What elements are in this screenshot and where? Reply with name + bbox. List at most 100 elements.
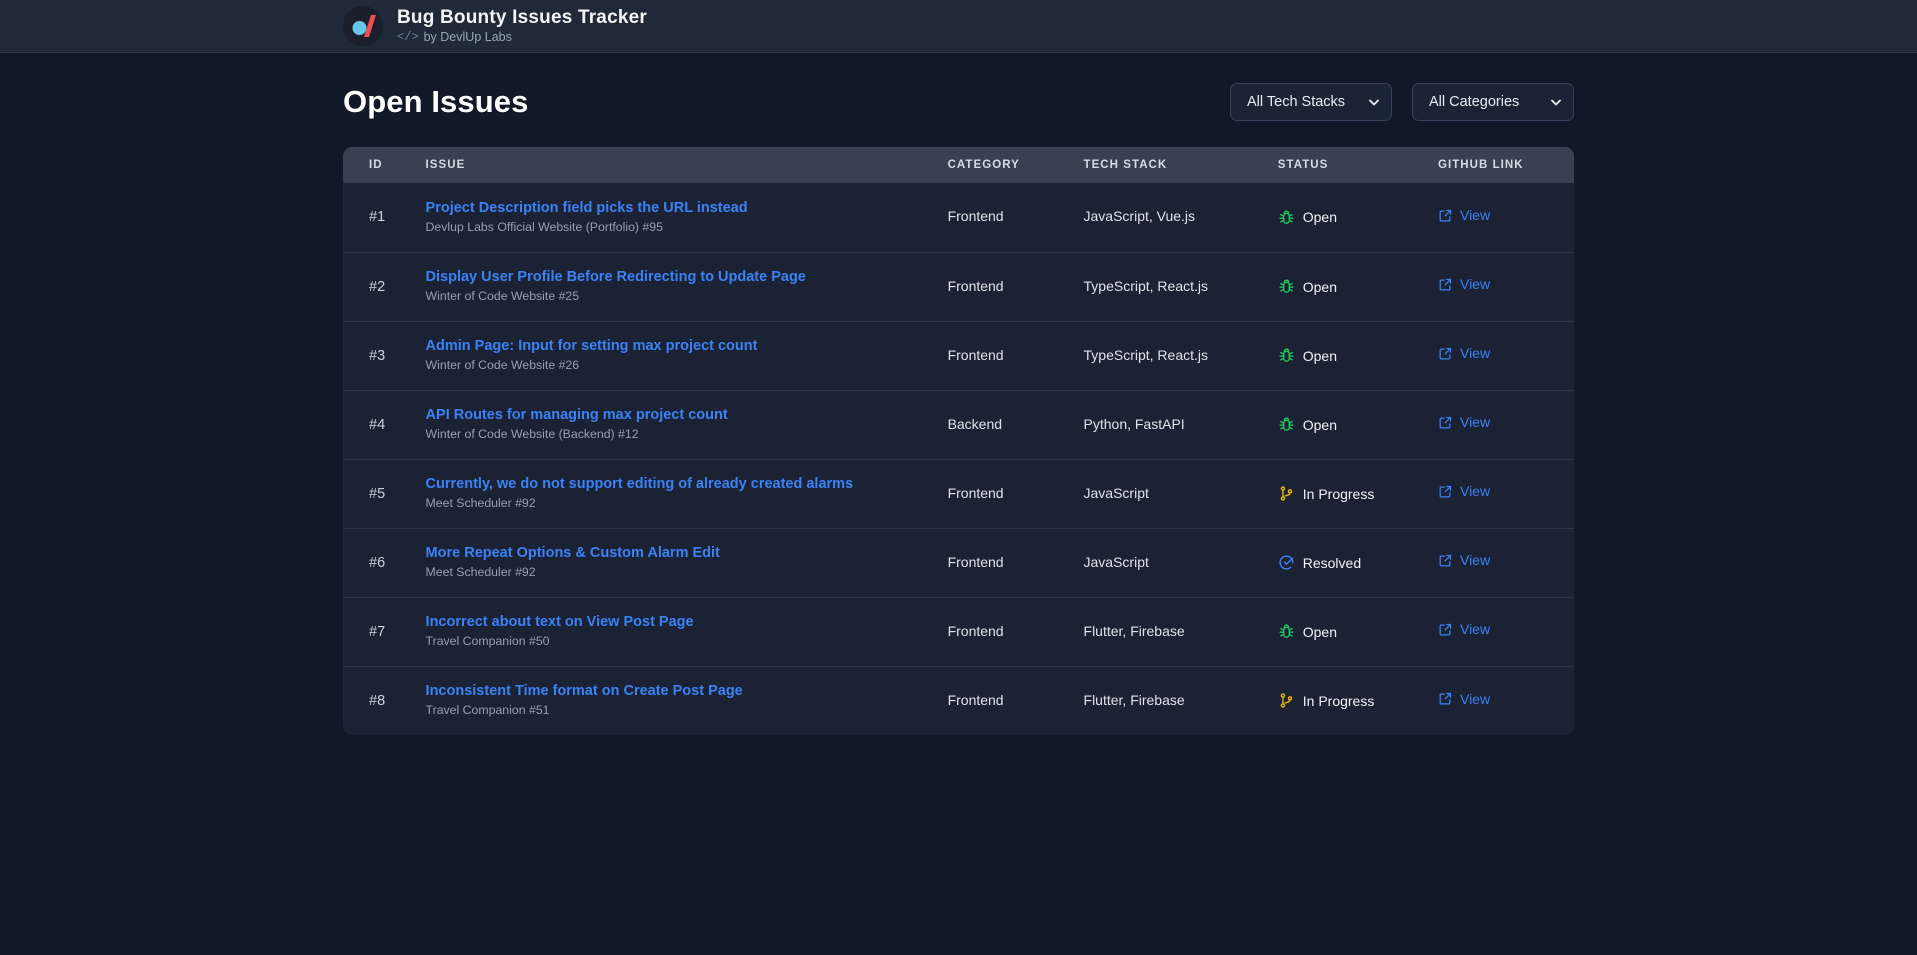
chevron-down-icon — [1551, 99, 1561, 109]
github-view-link[interactable]: View — [1438, 691, 1490, 707]
status-badge: Open — [1278, 623, 1438, 640]
issue-category: Frontend — [947, 622, 1004, 639]
bug-icon — [1278, 347, 1295, 364]
tech-stack-filter-value: All Tech Stacks — [1247, 94, 1346, 110]
cell-tech-stack: TypeScript, React.js — [1084, 321, 1278, 390]
table-row[interactable]: #6 More Repeat Options & Custom Alarm Ed… — [343, 528, 1574, 597]
cell-status: Open — [1278, 390, 1438, 459]
cell-id: #2 — [343, 252, 426, 321]
tech-stack-filter[interactable]: All Tech Stacks — [1230, 83, 1392, 121]
bug-icon — [1278, 623, 1295, 640]
cell-tech-stack: JavaScript — [1084, 528, 1278, 597]
cell-status: In Progress — [1278, 666, 1438, 735]
cell-tech-stack: Flutter, Firebase — [1084, 666, 1278, 735]
issue-title-link[interactable]: Currently, we do not support editing of … — [426, 475, 948, 494]
github-view-link[interactable]: View — [1438, 345, 1490, 361]
git-branch-icon — [1278, 485, 1295, 502]
external-link-icon — [1438, 484, 1453, 499]
cell-github-link: View — [1438, 321, 1574, 390]
issues-table-card: ID ISSUE CATEGORY TECH STACK STATUS GITH… — [343, 147, 1574, 735]
issue-title-link[interactable]: API Routes for managing max project coun… — [426, 406, 948, 425]
table-row[interactable]: #2 Display User Profile Before Redirecti… — [343, 252, 1574, 321]
cell-issue: More Repeat Options & Custom Alarm Edit … — [426, 528, 948, 597]
table-row[interactable]: #8 Inconsistent Time format on Create Po… — [343, 666, 1574, 735]
issue-title-link[interactable]: Inconsistent Time format on Create Post … — [426, 682, 948, 701]
github-view-label: View — [1459, 552, 1491, 569]
cell-tech-stack: JavaScript — [1084, 459, 1278, 528]
devlup-labs-logo-icon — [343, 6, 383, 46]
github-view-link[interactable]: View — [1438, 414, 1490, 430]
cell-github-link: View — [1438, 183, 1574, 252]
issue-category: Frontend — [947, 691, 1004, 708]
issue-title-link[interactable]: Display User Profile Before Redirecting … — [426, 268, 948, 287]
external-link-icon — [1438, 346, 1453, 361]
table-row[interactable]: #1 Project Description field picks the U… — [343, 183, 1574, 252]
github-view-link[interactable]: View — [1438, 483, 1490, 499]
issue-repo: Winter of Code Website (Backend) #12 — [425, 427, 639, 441]
issue-category: Frontend — [947, 208, 1004, 225]
brand-subtitle-text: by DevlUp Labs — [423, 30, 512, 44]
issue-tech-stack: JavaScript, Vue.js — [1083, 208, 1196, 225]
cell-id: #1 — [343, 183, 426, 252]
cell-github-link: View — [1438, 528, 1574, 597]
status-badge: Open — [1278, 209, 1438, 226]
table-row[interactable]: #5 Currently, we do not support editing … — [343, 459, 1574, 528]
brand: Bug Bounty Issues Tracker </> by DevlUp … — [343, 6, 647, 46]
cell-id: #4 — [343, 390, 426, 459]
cell-issue: Currently, we do not support editing of … — [426, 459, 948, 528]
issue-title-link[interactable]: More Repeat Options & Custom Alarm Edit — [426, 544, 948, 563]
cell-github-link: View — [1438, 252, 1574, 321]
cell-category: Frontend — [948, 459, 1084, 528]
bug-icon — [1278, 416, 1295, 433]
issues-table: ID ISSUE CATEGORY TECH STACK STATUS GITH… — [343, 147, 1574, 735]
table-row[interactable]: #7 Incorrect about text on View Post Pag… — [343, 597, 1574, 666]
issue-title-link[interactable]: Admin Page: Input for setting max projec… — [426, 337, 948, 356]
cell-id: #8 — [343, 666, 426, 735]
issue-tech-stack: TypeScript, React.js — [1083, 346, 1209, 363]
bug-icon — [1278, 209, 1295, 226]
github-view-link[interactable]: View — [1438, 207, 1490, 223]
cell-tech-stack: Flutter, Firebase — [1084, 597, 1278, 666]
issue-id: #3 — [369, 347, 386, 364]
column-header-issue: ISSUE — [425, 159, 466, 171]
external-link-icon — [1438, 622, 1453, 637]
cell-id: #5 — [343, 459, 426, 528]
issue-id: #8 — [369, 692, 386, 709]
app-title: Bug Bounty Issues Tracker — [397, 7, 647, 28]
table-header-row: ID ISSUE CATEGORY TECH STACK STATUS GITH… — [343, 147, 1574, 183]
table-header: ID ISSUE CATEGORY TECH STACK STATUS GITH… — [343, 147, 1574, 183]
cell-category: Backend — [948, 390, 1084, 459]
cell-github-link: View — [1438, 666, 1574, 735]
status-label: Open — [1302, 416, 1337, 433]
cell-id: #3 — [343, 321, 426, 390]
table-row[interactable]: #4 API Routes for managing max project c… — [343, 390, 1574, 459]
table-row[interactable]: #3 Admin Page: Input for setting max pro… — [343, 321, 1574, 390]
issue-repo: Winter of Code Website #25 — [425, 289, 580, 303]
github-view-link[interactable]: View — [1438, 621, 1490, 637]
issue-title-link[interactable]: Project Description field picks the URL … — [426, 199, 948, 218]
cell-issue: Incorrect about text on View Post Page T… — [426, 597, 948, 666]
status-badge: In Progress — [1278, 692, 1438, 709]
github-view-link[interactable]: View — [1438, 552, 1490, 568]
issue-id: #1 — [369, 209, 386, 226]
github-view-label: View — [1459, 483, 1491, 500]
github-view-label: View — [1459, 345, 1491, 362]
table-body: #1 Project Description field picks the U… — [343, 183, 1574, 735]
cell-tech-stack: Python, FastAPI — [1084, 390, 1278, 459]
status-badge: In Progress — [1278, 485, 1438, 502]
git-branch-icon — [1278, 692, 1295, 709]
cell-tech-stack: TypeScript, React.js — [1084, 252, 1278, 321]
issue-tech-stack: JavaScript — [1083, 484, 1149, 501]
bug-icon — [1278, 278, 1295, 295]
cell-status: Open — [1278, 597, 1438, 666]
category-filter[interactable]: All Categories — [1412, 83, 1574, 121]
issue-title-link[interactable]: Incorrect about text on View Post Page — [426, 613, 948, 632]
status-badge: Open — [1278, 416, 1438, 433]
cell-status: In Progress — [1278, 459, 1438, 528]
issue-id: #6 — [369, 554, 386, 571]
status-label: In Progress — [1302, 485, 1375, 502]
github-view-link[interactable]: View — [1438, 276, 1490, 292]
cell-category: Frontend — [948, 666, 1084, 735]
cell-id: #7 — [343, 597, 426, 666]
status-badge: Open — [1278, 347, 1438, 364]
